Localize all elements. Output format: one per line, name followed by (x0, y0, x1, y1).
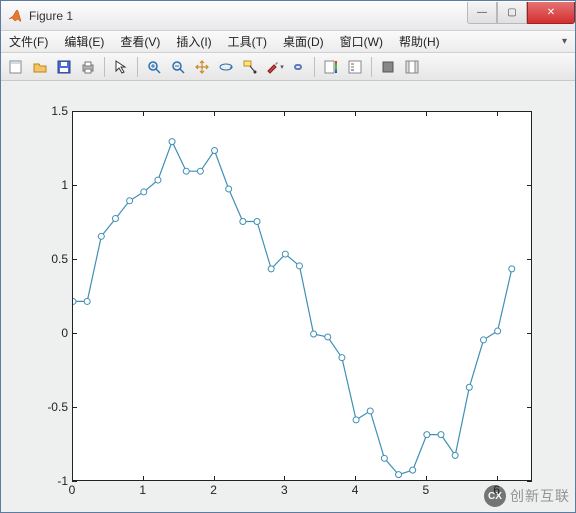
ytick-label: -0.5 (42, 400, 68, 414)
figure-canvas[interactable]: -1-0.500.511.50123456 (2, 83, 574, 511)
axes[interactable] (72, 111, 532, 481)
menu-bar: 文件(F) 编辑(E) 查看(V) 插入(I) 工具(T) 桌面(D) 窗口(W… (1, 31, 575, 53)
ytick-label: -1 (42, 474, 68, 488)
xtick-label: 3 (281, 483, 288, 497)
show-plot-tools-button[interactable] (401, 56, 423, 78)
title-bar[interactable]: Figure 1 — ▢ ✕ (1, 1, 575, 31)
menu-overflow-icon[interactable]: ▾ (562, 36, 571, 47)
minimize-button[interactable]: — (467, 2, 497, 24)
rotate3d-button[interactable] (215, 56, 237, 78)
menu-help[interactable]: 帮助(H) (395, 31, 444, 52)
menu-edit[interactable]: 编辑(E) (60, 31, 108, 52)
xtick-label: 2 (210, 483, 217, 497)
zoom-in-button[interactable] (143, 56, 165, 78)
new-figure-button[interactable] (5, 56, 27, 78)
ytick-label: 0.5 (42, 252, 68, 266)
window-title: Figure 1 (29, 9, 467, 23)
print-button[interactable] (77, 56, 99, 78)
figure-window: Figure 1 — ▢ ✕ 文件(F) 编辑(E) 查看(V) 插入(I) 工… (0, 0, 576, 513)
edit-plot-button[interactable] (110, 56, 132, 78)
menu-insert[interactable]: 插入(I) (172, 31, 215, 52)
separator (104, 57, 105, 77)
ytick-label: 1.5 (42, 104, 68, 118)
window-controls: — ▢ ✕ (467, 2, 575, 24)
pan-button[interactable] (191, 56, 213, 78)
link-button[interactable] (287, 56, 309, 78)
zoom-out-button[interactable] (167, 56, 189, 78)
xtick-label: 0 (69, 483, 76, 497)
menu-desktop[interactable]: 桌面(D) (279, 31, 328, 52)
watermark: CX 创新互联 (484, 485, 570, 507)
save-button[interactable] (53, 56, 75, 78)
hide-plot-tools-button[interactable] (377, 56, 399, 78)
xtick-label: 4 (352, 483, 359, 497)
maximize-button[interactable]: ▢ (497, 2, 527, 24)
menu-view[interactable]: 查看(V) (116, 31, 164, 52)
toolbar: ▾ (1, 53, 575, 81)
data-cursor-button[interactable] (239, 56, 261, 78)
matlab-icon (7, 8, 23, 24)
separator (371, 57, 372, 77)
xtick-label: 1 (139, 483, 146, 497)
menu-tools[interactable]: 工具(T) (224, 31, 271, 52)
insert-legend-button[interactable] (344, 56, 366, 78)
menu-file[interactable]: 文件(F) (5, 31, 52, 52)
separator (137, 57, 138, 77)
ytick-label: 0 (42, 326, 68, 340)
line-plot (73, 112, 531, 480)
brush-button[interactable]: ▾ (263, 56, 285, 78)
open-button[interactable] (29, 56, 51, 78)
insert-colorbar-button[interactable] (320, 56, 342, 78)
watermark-logo-icon: CX (484, 485, 506, 507)
watermark-text: 创新互联 (510, 486, 570, 506)
ytick-label: 1 (42, 178, 68, 192)
menu-window[interactable]: 窗口(W) (336, 31, 387, 52)
close-button[interactable]: ✕ (527, 2, 575, 24)
xtick-label: 5 (423, 483, 430, 497)
separator (314, 57, 315, 77)
